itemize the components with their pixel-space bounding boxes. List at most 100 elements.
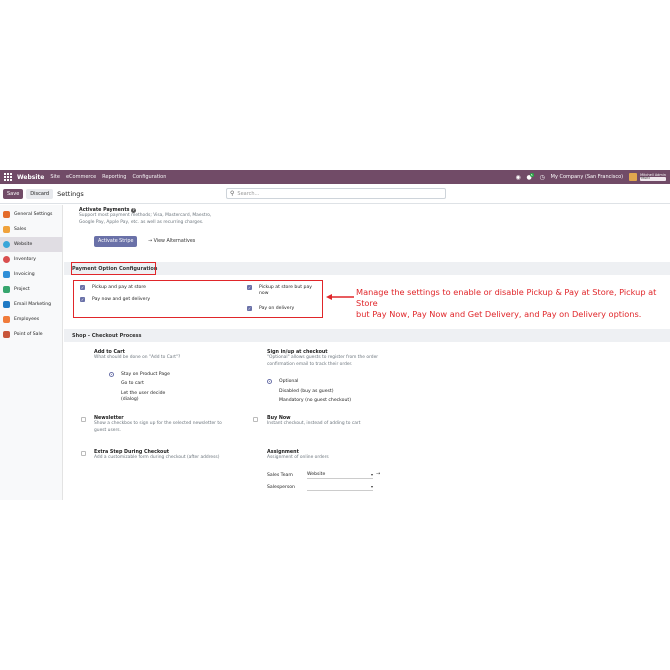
sidebar-item-sales[interactable]: Sales [0, 222, 62, 237]
employees-icon [3, 316, 10, 323]
page-title: Settings [57, 189, 84, 198]
signin-setting: Sign in/up at checkout "Optional" allows… [267, 350, 467, 368]
company-switcher[interactable]: My Company (San Francisco) [551, 174, 624, 180]
add-to-cart-setting: Add to Cart What should be done on "Add … [94, 350, 244, 362]
user-menu[interactable]: Mitchell Admin Multi [640, 173, 666, 181]
website-icon [3, 241, 10, 248]
top-navbar: Website Site eCommerce Reporting Configu… [0, 170, 670, 184]
sidebar-item-employees[interactable]: Employees [0, 312, 62, 327]
activate-stripe-button[interactable]: Activate Stripe [94, 236, 138, 247]
annotation-line: Manage the settings to enable or disable… [356, 287, 657, 308]
chat-badge: 5 [529, 173, 534, 177]
annotation-line: but Pay Now, Pay Now and Get Delivery, a… [356, 309, 642, 319]
activity-icon[interactable]: ◷ [539, 174, 546, 181]
radio-selected[interactable] [109, 372, 114, 377]
app-window: Website Site eCommerce Reporting Configu… [0, 170, 670, 500]
sales-team-label: Sales Team [267, 473, 293, 478]
settings-content: Activate Payments ? Support most payment… [64, 205, 670, 500]
control-panel: Save Discard Settings ⚲ Search... [0, 184, 670, 204]
sidebar-item-label: Point of Sale [14, 332, 43, 337]
search-icon: ⚲ [230, 190, 235, 197]
newsletter-setting: Newsletter Show a checkbox to sign up fo… [94, 416, 254, 434]
radio-unselected[interactable] [267, 389, 272, 394]
user-avatar[interactable] [629, 173, 638, 181]
extra-step-checkbox[interactable] [81, 451, 86, 456]
sidebar-item-label: Sales [14, 227, 27, 232]
extra-step-setting: Extra Step During Checkout Add a customi… [94, 450, 264, 462]
bug-icon[interactable]: ◉ [515, 174, 522, 181]
sales-team-select[interactable]: Website ▾ [307, 470, 373, 479]
radio-disabled[interactable]: Disabled (buy as guest) [267, 389, 334, 395]
annotation-text: Manage the settings to enable or disable… [356, 287, 668, 320]
radio-optional[interactable]: Optional [267, 379, 298, 385]
discard-button[interactable]: Discard [26, 188, 54, 199]
sales-team-value: Website [307, 471, 326, 477]
annotation-arrow-icon [326, 294, 354, 300]
save-button[interactable]: Save [3, 188, 24, 199]
sidebar-item-label: Employees [14, 317, 40, 322]
inventory-icon [3, 256, 10, 263]
search-placeholder: Search... [237, 190, 260, 197]
setting-description: Add a customizable form during checkout … [94, 455, 220, 460]
sidebar-item-label: Project [14, 287, 30, 292]
sidebar-item-general-settings[interactable]: General Settings [0, 207, 62, 222]
checkout-process-header: Shop - Checkout Process [64, 329, 670, 342]
radio-go-to-cart[interactable]: Go to cart [109, 381, 144, 387]
sales-icon [3, 226, 10, 233]
sidebar-item-label: Invoicing [14, 272, 35, 277]
sidebar-item-label: Website [14, 242, 33, 247]
settings-sidebar: General Settings Sales Website Inventory… [0, 205, 63, 500]
sidebar-item-point-of-sale[interactable]: Point of Sale [0, 327, 62, 342]
salesperson-select[interactable]: ▾ [307, 482, 373, 491]
sidebar-item-invoicing[interactable]: Invoicing [0, 267, 62, 282]
internal-link-icon[interactable]: → [376, 471, 380, 477]
sidebar-item-website[interactable]: Website [0, 237, 62, 252]
radio-stay-on-page[interactable]: Stay on Product Page [109, 372, 170, 378]
chevron-down-icon: ▾ [370, 471, 373, 477]
invoicing-icon [3, 271, 10, 278]
radio-selected[interactable] [267, 379, 272, 384]
setting-description: What should be done on "Add to Cart"? [94, 355, 181, 360]
menu-ecommerce[interactable]: eCommerce [66, 174, 96, 180]
payment-options-highlight-box [73, 280, 323, 318]
salesperson-label: Salesperson [267, 485, 295, 490]
setting-description: guest users. [94, 427, 121, 433]
menu-configuration[interactable]: Configuration [132, 174, 166, 180]
sidebar-item-project[interactable]: Project [0, 282, 62, 297]
sidebar-item-label: Email Marketing [14, 302, 52, 307]
search-input[interactable]: ⚲ Search... [226, 188, 446, 199]
radio-unselected[interactable] [109, 381, 114, 386]
menu-reporting[interactable]: Reporting [102, 174, 126, 180]
setting-description: Assignment of online orders [267, 455, 329, 460]
sidebar-item-email-marketing[interactable]: Email Marketing [0, 297, 62, 312]
setting-description: Instant checkout, instead of adding to c… [267, 421, 361, 426]
menu-site[interactable]: Site [50, 174, 60, 180]
buy-now-setting: Buy Now Instant checkout, instead of add… [267, 416, 427, 428]
radio-unselected[interactable] [109, 391, 114, 396]
main-menu: Site eCommerce Reporting Configuration [50, 174, 172, 180]
point-of-sale-icon [3, 331, 10, 338]
activate-payments-setting: Activate Payments ? Support most payment… [79, 208, 279, 226]
radio-mandatory[interactable]: Mandatory (no guest checkout) [267, 398, 351, 404]
sidebar-item-inventory[interactable]: Inventory [0, 252, 62, 267]
assignment-setting: Assignment Assignment of online orders [267, 450, 427, 462]
arrow-right-icon: → [148, 239, 153, 244]
newsletter-checkbox[interactable] [81, 417, 86, 422]
app-brand[interactable]: Website [17, 174, 44, 181]
buy-now-checkbox[interactable] [253, 417, 258, 422]
view-alternatives-link[interactable]: → View Alternatives [148, 239, 195, 244]
app-menu-icon[interactable] [4, 173, 12, 181]
header-highlight-box [71, 262, 156, 275]
radio-let-user-decide[interactable]: Let the user decide (dialog) [109, 391, 165, 403]
sidebar-item-label: Inventory [14, 257, 36, 262]
database-badge: Multi [640, 176, 666, 181]
project-icon [3, 286, 10, 293]
setting-description: confirmation email to track their order. [267, 361, 353, 367]
navbar-systray: ◉ ● 5 ◷ My Company (San Francisco) Mitche… [515, 173, 666, 181]
chevron-down-icon: ▾ [370, 483, 373, 489]
radio-unselected[interactable] [267, 398, 272, 403]
setting-description: Google Pay, Apple Pay, etc. as well as r… [79, 219, 204, 225]
email-marketing-icon [3, 301, 10, 308]
sidebar-item-label: General Settings [14, 212, 53, 217]
chat-icon[interactable]: ● 5 [527, 173, 534, 181]
